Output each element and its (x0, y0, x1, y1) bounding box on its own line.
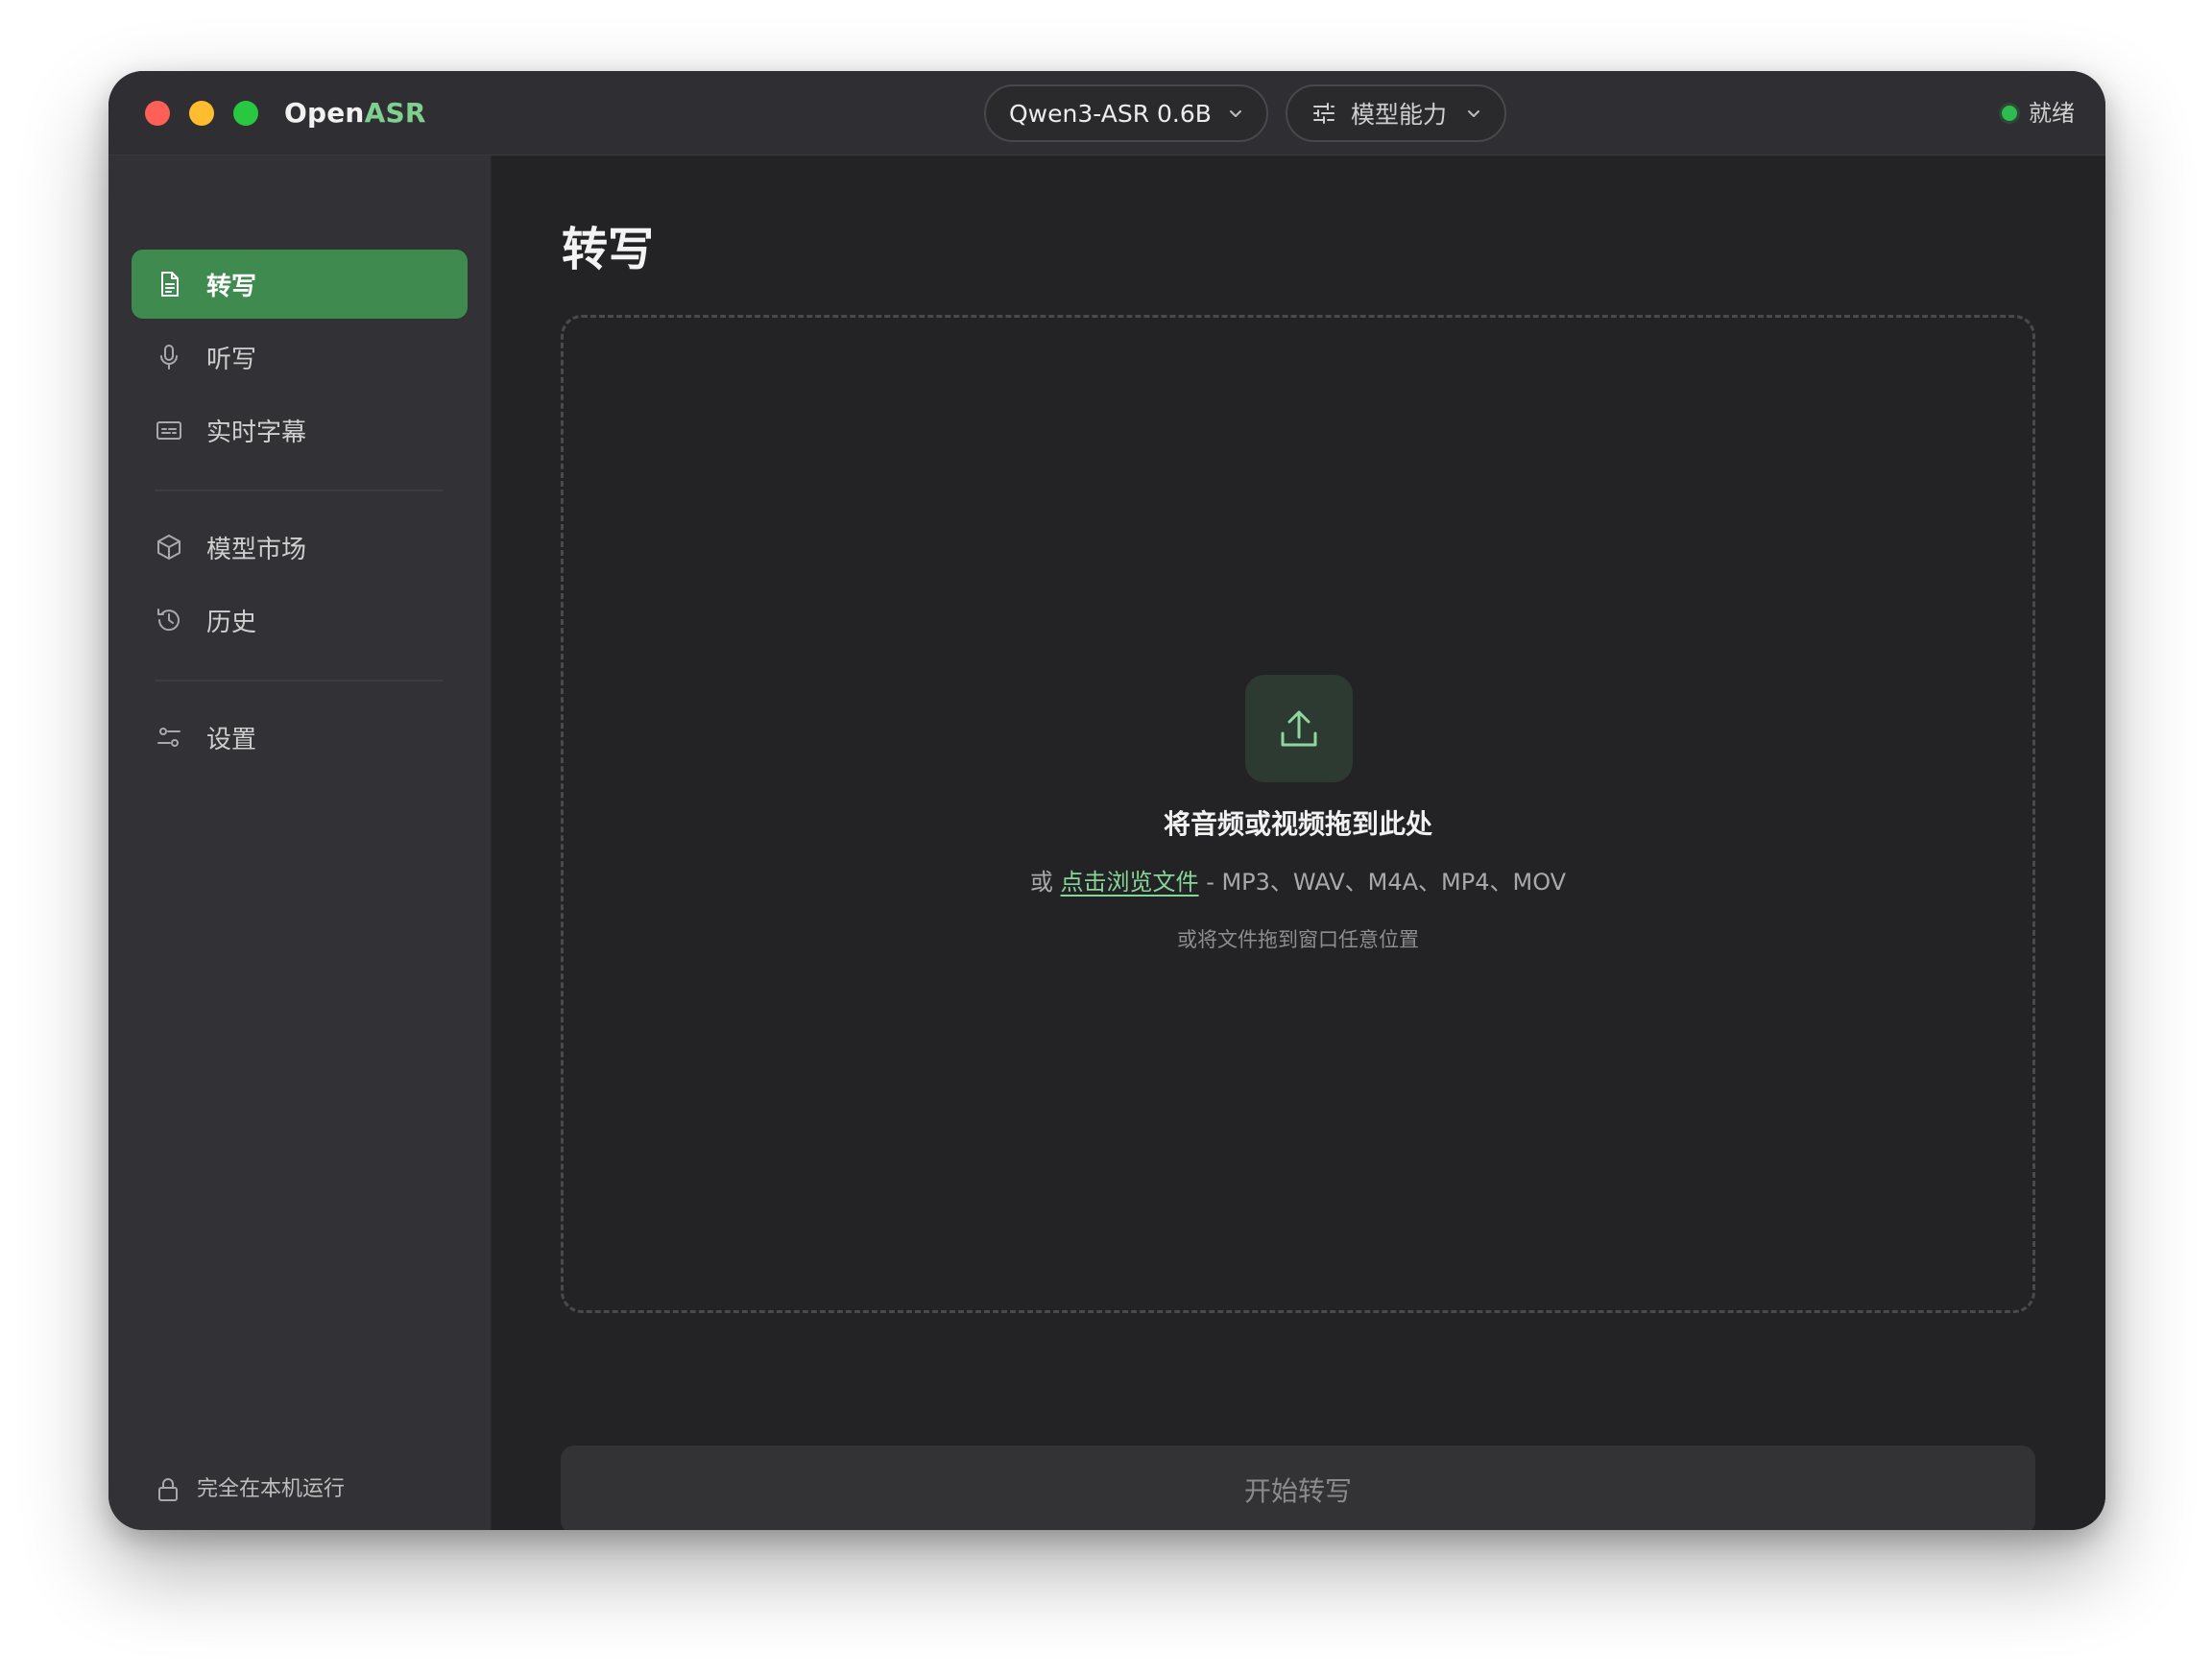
sidebar-item-dictation[interactable]: 听写 (132, 323, 468, 392)
sidebar-item-live-captions[interactable]: 实时字幕 (132, 395, 468, 465)
history-icon (157, 609, 180, 632)
sidebar-item-label: 设置 (206, 725, 257, 754)
zoom-window-button[interactable] (233, 101, 258, 126)
settings-icon (157, 728, 180, 747)
brand-accent: ASR (364, 97, 426, 129)
sidebar-item-label: 实时字幕 (206, 418, 307, 447)
upload-tile (1245, 675, 1353, 782)
chevron-down-icon (1468, 110, 1479, 117)
start-transcribe-button[interactable]: 开始转写 (561, 1446, 2035, 1530)
minimize-window-button[interactable] (189, 101, 214, 126)
dropzone-title: 将音频或视频拖到此处 (1163, 808, 1432, 840)
sidebar-item-model-market[interactable]: 模型市场 (132, 513, 468, 582)
model-select[interactable]: Qwen3-ASR 0.6B (984, 84, 1268, 142)
dropzone-prefix: 或 (1029, 869, 1053, 896)
sliders-icon (1313, 103, 1334, 124)
document-icon (161, 272, 179, 297)
browse-files-link[interactable]: 点击浏览文件 (1061, 869, 1199, 896)
sidebar-item-label: 模型市场 (206, 535, 307, 564)
microphone-icon (160, 345, 178, 370)
status-label: 就绪 (2029, 100, 2075, 127)
caption-icon (156, 421, 181, 440)
cube-icon (157, 535, 180, 560)
sidebar-item-settings[interactable]: 设置 (132, 703, 468, 772)
sidebar-item-label: 转写 (206, 272, 257, 301)
capabilities-label: 模型能力 (1351, 101, 1448, 129)
dropzone-hint: 或将文件拖到窗口任意位置 (1177, 928, 1419, 951)
file-dropzone[interactable]: 将音频或视频拖到此处 或 点击浏览文件 - MP3、WAV、M4A、MP4、MO… (561, 315, 2035, 1313)
sidebar-item-label: 历史 (206, 608, 257, 637)
close-window-button[interactable] (145, 101, 170, 126)
lock-icon (158, 1478, 178, 1501)
brand-main: Open (284, 97, 365, 129)
sidebar-item-label: 听写 (206, 345, 257, 374)
page-title: 转写 (562, 223, 655, 276)
model-select-value: Qwen3-ASR 0.6B (1009, 99, 1212, 128)
sidebar-item-history[interactable]: 历史 (132, 586, 468, 655)
sidebar-divider (155, 490, 443, 491)
status-indicator: 就绪 (2002, 94, 2075, 132)
local-run-badge: 完全在本机运行 (155, 1472, 345, 1507)
title-bar: OpenASR Qwen3-ASR 0.6B 模型能力 就绪 (108, 71, 2105, 155)
capabilities-dropdown[interactable]: 模型能力 (1286, 84, 1506, 142)
local-run-label: 完全在本机运行 (197, 1477, 346, 1501)
sidebar: 转写 听写 实时字幕 模型市场 历史 设置 完全在本机运行 (108, 155, 492, 1530)
sidebar-item-transcribe[interactable]: 转写 (132, 250, 468, 319)
app-window: OpenASR Qwen3-ASR 0.6B 模型能力 就绪 转写 听写 实时字… (108, 71, 2105, 1530)
status-dot-icon (2002, 106, 2017, 121)
app-logo: OpenASR (284, 94, 426, 132)
dropzone-subtitle: 或 点击浏览文件 - MP3、WAV、M4A、MP4、MOV (564, 865, 2032, 899)
supported-formats: - MP3、WAV、M4A、MP4、MOV (1206, 869, 1567, 896)
sidebar-divider (155, 680, 443, 682)
main-content: 转写 将音频或视频拖到此处 或 点击浏览文件 - MP3、WAV、M4A、MP4… (492, 155, 2105, 1530)
chevron-down-icon (1230, 110, 1241, 117)
upload-icon (1281, 710, 1317, 747)
